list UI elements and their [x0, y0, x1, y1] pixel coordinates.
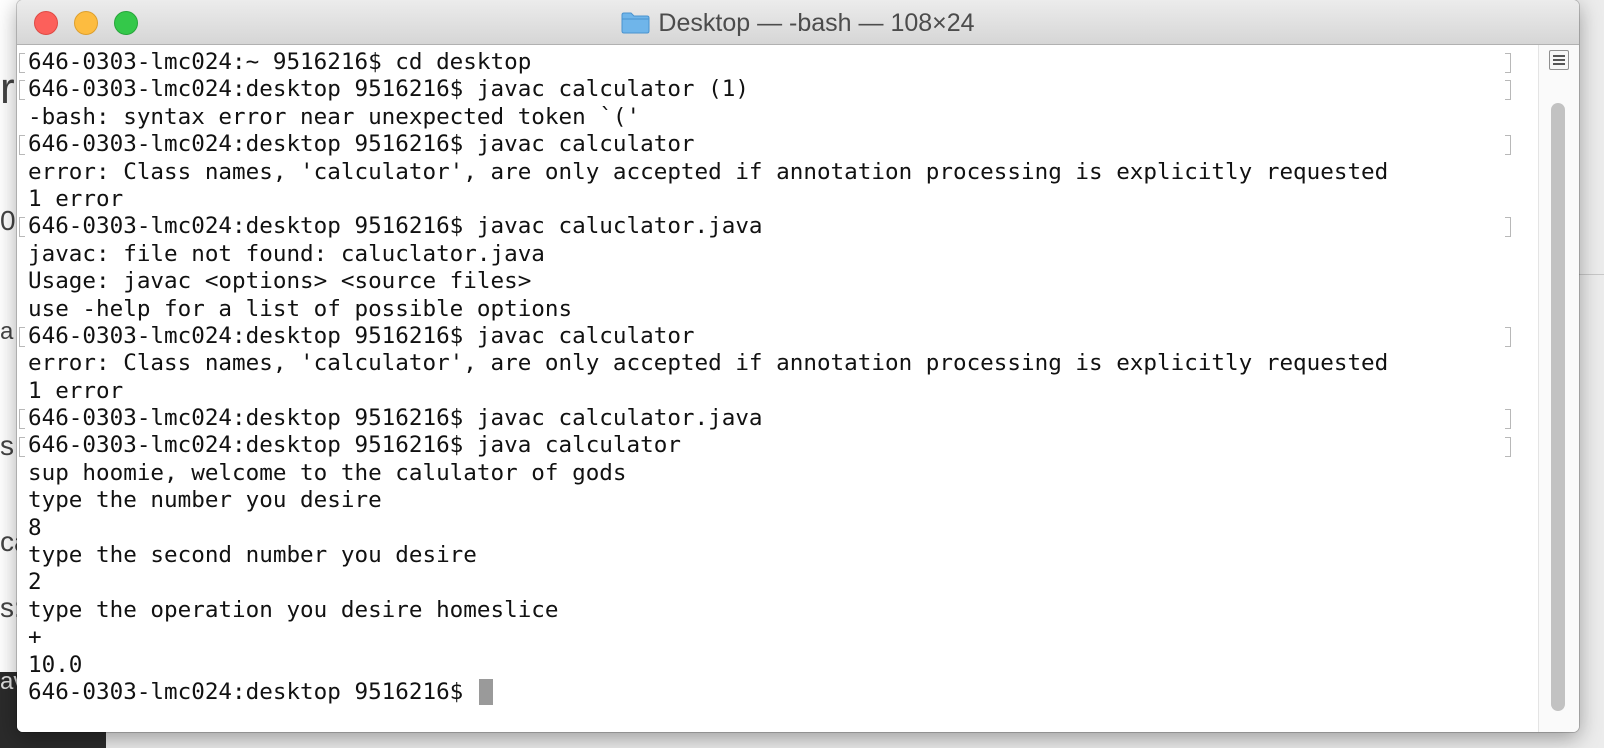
background-text: a	[0, 318, 14, 345]
terminal-line: 646-0303-lmc024:desktop 9516216$ javac c…	[28, 131, 695, 158]
window-title: Desktop — -bash — 108×24	[17, 8, 1579, 38]
terminal-line: +	[28, 624, 42, 651]
command-mark-left	[19, 436, 25, 457]
terminal-line: sup hoomie, welcome to the calulator of …	[28, 459, 627, 486]
terminal-line: error: Class names, 'calculator', are on…	[28, 158, 1389, 185]
terminal-output-area[interactable]: 646-0303-lmc024:~ 9516216$ cd desktop 646…	[17, 45, 1527, 732]
command-mark-right	[1505, 80, 1511, 101]
folder-icon	[621, 12, 650, 34]
terminal-lines: 646-0303-lmc024:~ 9516216$ cd desktop 646…	[28, 49, 1388, 706]
terminal-line: use -help for a list of possible options	[28, 295, 573, 322]
command-mark-left	[19, 217, 25, 238]
command-mark-right	[1505, 217, 1511, 238]
command-mark-right	[1505, 135, 1511, 156]
prompt-text: 646-0303-lmc024:desktop 9516216$	[28, 678, 477, 705]
terminal-line: 646-0303-lmc024:desktop 9516216$ javac c…	[28, 213, 763, 240]
command-mark-left	[19, 53, 25, 73]
command-mark-right	[1505, 436, 1511, 457]
title-bar[interactable]: Desktop — -bash — 108×24	[17, 0, 1579, 45]
terminal-line: type the number you desire	[28, 487, 382, 514]
command-mark-right	[1505, 409, 1511, 430]
window-title-text: Desktop — -bash — 108×24	[658, 9, 975, 37]
background-text: s	[0, 430, 14, 461]
terminal-line: 646-0303-lmc024:desktop 9516216$ javac c…	[28, 76, 749, 103]
terminal-line: 646-0303-lmc024:desktop 9516216$ javac c…	[28, 405, 763, 432]
command-mark-left	[19, 135, 25, 156]
command-mark-right	[1505, 53, 1511, 73]
terminal-line: 10.0	[28, 651, 83, 678]
command-mark-right	[1505, 327, 1511, 347]
split-pane-button[interactable]	[1549, 50, 1569, 70]
terminal-line: 8	[28, 514, 42, 541]
terminal-line: error: Class names, 'calculator', are on…	[28, 350, 1389, 377]
terminal-line: javac: file not found: caluclator.java	[28, 240, 545, 267]
prompt-line[interactable]: 646-0303-lmc024:desktop 9516216$	[28, 678, 1388, 706]
text-cursor	[478, 678, 493, 705]
background-text: r	[0, 64, 15, 113]
command-mark-left	[19, 327, 25, 347]
terminal-line: 646-0303-lmc024:desktop 9516216$ java ca…	[28, 432, 681, 459]
terminal-line: Usage: javac <options> <source files>	[28, 268, 532, 295]
terminal-line: 646-0303-lmc024:~ 9516216$ cd desktop	[28, 49, 532, 75]
terminal-line: 1 error	[28, 185, 124, 212]
terminal-line: -bash: syntax error near unexpected toke…	[28, 103, 641, 130]
terminal-line: 2	[28, 569, 42, 596]
background-text: 0	[0, 205, 16, 236]
terminal-window: Desktop — -bash — 108×24 646-0303-lmc024…	[17, 0, 1579, 732]
terminal-line: 1 error	[28, 377, 124, 404]
command-mark-left	[19, 80, 25, 101]
terminal-line: type the operation you desire homeslice	[28, 596, 559, 623]
terminal-line: type the second number you desire	[28, 542, 477, 569]
terminal-line: 646-0303-lmc024:desktop 9516216$ javac c…	[28, 322, 695, 349]
scrollbar-thumb[interactable]	[1551, 103, 1565, 711]
command-mark-left	[19, 409, 25, 430]
